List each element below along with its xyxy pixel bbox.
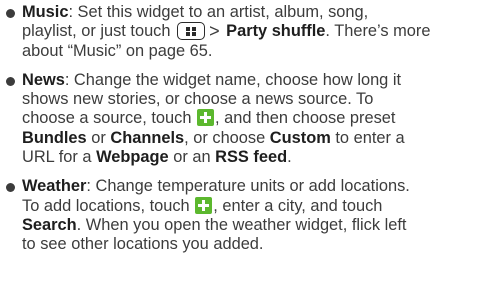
bullet-icon — [6, 76, 15, 86]
text-span: URL for a — [22, 148, 97, 167]
text-span: . There’s more — [325, 22, 431, 41]
item-term: Music — [22, 3, 69, 21]
text-span: to see other locations you added. — [22, 235, 264, 254]
text-line: Bundles or Channels, or choose Custom to… — [22, 129, 499, 148]
text-line: Music: Set this widget to an artist, alb… — [22, 3, 499, 22]
text-line: To add locations, touch , enter a city, … — [22, 196, 499, 216]
bold-term: Bundles — [22, 128, 87, 147]
list-item-news: News: Change the widget name, choose how… — [0, 71, 499, 167]
item-term: News — [22, 70, 65, 89]
text-span: . When you open the weather widget, flic… — [76, 215, 407, 234]
bold-term: Webpage — [96, 148, 169, 167]
text-line: URL for a Webpage or an RSS feed. — [22, 148, 499, 167]
bullet-icon — [6, 183, 15, 193]
item-term: Weather — [22, 177, 87, 196]
bold-term: RSS feed — [215, 148, 288, 167]
text-line: Search. When you open the weather widget… — [22, 216, 499, 235]
text-span: . — [287, 148, 292, 167]
text-span: : Set this widget to an artist, album, s… — [68, 3, 369, 21]
bold-term: Party shuffle — [226, 22, 326, 41]
text-line: playlist, or just touch > Party shuffle.… — [22, 22, 499, 41]
text-span: To add locations, touch — [22, 196, 190, 215]
add-icon — [197, 109, 215, 127]
text-line: to see other locations you added. — [22, 235, 499, 254]
text-line: about “Music” on page 65. — [22, 42, 499, 61]
text-span: , or choose — [184, 128, 270, 147]
arrow-icon: > — [209, 21, 220, 42]
text-span: , and then choose preset — [215, 109, 396, 128]
text-span: : Change the widget name, choose how lon… — [64, 70, 402, 89]
list-item-weather: Weather: Change temperature units or add… — [0, 177, 499, 254]
list-item-music: Music: Set this widget to an artist, alb… — [0, 3, 499, 61]
text-span: shows new stories, or choose a news sour… — [22, 90, 374, 109]
text-span: , enter a city, and touch — [213, 196, 383, 215]
text-span: : Change temperature units or add locati… — [86, 177, 410, 196]
text-span: or — [86, 128, 111, 147]
text-span: choose a source, touch — [22, 109, 192, 128]
text-line: shows new stories, or choose a news sour… — [22, 90, 499, 109]
bold-term: Custom — [269, 128, 331, 147]
text-line: Weather: Change temperature units or add… — [22, 177, 499, 196]
bullet-icon — [6, 9, 15, 18]
add-icon — [195, 196, 213, 214]
bold-term: Channels — [110, 128, 185, 147]
text-line: News: Change the widget name, choose how… — [22, 71, 499, 90]
menu-key-icon — [177, 22, 206, 41]
bullet-list: Music: Set this widget to an artist, alb… — [0, 3, 499, 265]
text-span: playlist, or just touch — [22, 22, 171, 41]
bold-term: Search — [22, 215, 77, 234]
text-line: choose a source, touch , and then choose… — [22, 109, 499, 128]
text-span: to enter a — [330, 128, 405, 147]
text-span: or an — [168, 148, 216, 167]
text-span: about “Music” on page 65. — [22, 41, 213, 60]
